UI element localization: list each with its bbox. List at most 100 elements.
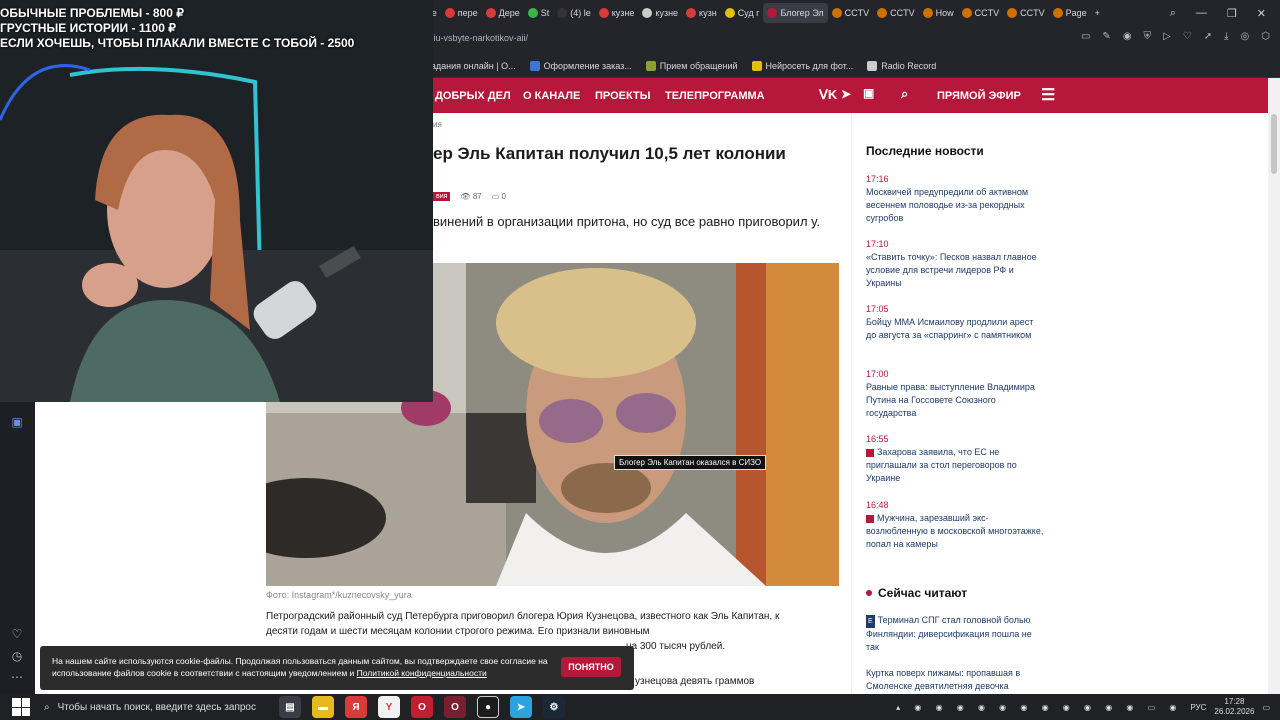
more-icon[interactable]: ⋯ [9, 669, 25, 685]
yandex-browser-icon[interactable]: Y [378, 696, 400, 718]
news-headline-text: Мужчина, зарезавший экс-возлюбленную в м… [866, 513, 1044, 549]
file-explorer-icon[interactable]: ▬ [312, 696, 334, 718]
tab-favicon-icon [1052, 8, 1063, 18]
nav-about[interactable]: О КАНАЛЕ [523, 90, 580, 102]
browser-tab[interactable]: пере [441, 3, 482, 23]
notifications-icon[interactable]: ▭ [1262, 703, 1270, 712]
messenger-icon[interactable]: ▣ [9, 414, 25, 430]
maximize-icon[interactable]: ❐ [1227, 7, 1237, 20]
history-icon[interactable]: ◷ [9, 648, 25, 664]
news-headline[interactable]: Равные права: выступление Владимира Пути… [866, 381, 1046, 420]
tab-label: Page [1065, 8, 1087, 18]
news-item[interactable]: 16:48 Мужчина, зарезавший экс-возлюбленну… [866, 500, 1046, 551]
opera-icon[interactable]: O [411, 696, 433, 718]
browser-tab[interactable]: (4) le [553, 3, 595, 23]
edit-icon[interactable]: ✎ [1102, 31, 1110, 42]
news-sidebar: Последние новости 17:16 Москвичей предупр… [851, 114, 1245, 694]
nav-good-deeds[interactable]: ДОБРЫХ ДЕЛ [435, 90, 511, 102]
search-icon[interactable]: ⌕ [901, 86, 908, 102]
news-headline-text: Бойцу ММА Исмаилову продлили арест до ав… [866, 317, 1034, 340]
news-item[interactable]: 17:16 Москвичей предупредили об активном … [866, 174, 1046, 225]
tab-label: How [935, 8, 954, 18]
extensions-icon[interactable]: ⬡ [1261, 31, 1270, 42]
page-scrollbar[interactable] [1268, 78, 1280, 694]
news-item[interactable]: 17:00 Равные права: выступление Владимира… [866, 369, 1046, 420]
scroll-thumb[interactable] [1271, 114, 1277, 174]
news-item[interactable]: 17:05 Бойцу ММА Исмаилову продлили арест … [866, 304, 1046, 342]
minimize-icon[interactable]: — [1196, 7, 1207, 19]
flow-icon[interactable]: ➚ [1204, 31, 1212, 42]
telegram-icon[interactable]: ➤ [510, 696, 532, 718]
nav-tv-program[interactable]: ТЕЛЕПРОГРАММА [665, 90, 765, 102]
cookie-banner: На нашем сайте используются cookie-файлы… [40, 646, 634, 690]
shield-icon[interactable]: ⛨ [1144, 31, 1152, 42]
play-icon[interactable]: ▷ [1163, 31, 1171, 42]
browser-tab[interactable]: кузн [682, 3, 721, 23]
browser-tab[interactable]: CCTV [828, 3, 874, 23]
obs-icon[interactable]: ● [477, 696, 499, 718]
new-tab-icon[interactable]: + [1091, 3, 1104, 23]
nav-projects[interactable]: ПРОЕКТЫ [595, 90, 650, 102]
yandex-icon[interactable]: Я [345, 696, 367, 718]
reading-item[interactable]: E Терминал СПГ стал головной болью Финлян… [866, 614, 1046, 654]
news-headline-text: Равные права: выступление Владимира Пути… [866, 382, 1035, 418]
bookmark-label: Прием обращений [659, 60, 738, 71]
browser-tab[interactable]: кузне [638, 3, 682, 23]
heart-icon[interactable]: ♡ [1183, 31, 1192, 42]
tray-icons[interactable]: ▴ ◉ ◉ ◉ ◉ ◉ ◉ ◉ ◉ ◉ ◉ ◉ ▭ ◉ [896, 703, 1182, 712]
heart-icon[interactable]: ♡ [9, 626, 25, 642]
browser-tab[interactable]: Суд г [721, 3, 764, 23]
task-view-icon[interactable]: ▤ [279, 696, 301, 718]
news-headline[interactable]: Захарова заявила, что ЕС не приглашали з… [866, 446, 1046, 485]
reading-item[interactable]: Куртка поверх пижамы: пропавшая в Смолен… [866, 667, 1046, 693]
browser-tab[interactable]: How [919, 3, 958, 23]
live-button[interactable]: ПРЯМОЙ ЭФИР [937, 90, 1021, 102]
menu-icon[interactable]: ☰ [1041, 85, 1055, 105]
steam-icon[interactable]: ⚙ [543, 696, 565, 718]
camera-icon[interactable]: ◉ [1123, 31, 1132, 42]
news-item[interactable]: 16:55 Захарова заявила, что ЕС не приглаш… [866, 434, 1046, 485]
browser-tab[interactable]: St [524, 3, 554, 23]
telegram-icon[interactable]: ➤ [841, 87, 851, 101]
browser-tab[interactable]: CCTV [958, 3, 1004, 23]
download-icon[interactable]: ⤓ [1224, 31, 1228, 42]
browser-tab[interactable]: CCTV [1003, 3, 1049, 23]
bookmark-item[interactable]: Прием обращений [645, 60, 738, 71]
browser-tab[interactable]: кузне [595, 3, 639, 23]
profile-icon[interactable]: ◎ [1241, 31, 1250, 42]
news-time: 16:48 [866, 500, 889, 510]
reading-dot [866, 590, 872, 596]
privacy-policy-link[interactable]: Политикой конфиденциальности [357, 668, 487, 678]
taskbar-search[interactable]: ⌕ Чтобы начать поиск, введите здесь запр… [44, 696, 268, 718]
browser-tab[interactable]: Дере [482, 3, 524, 23]
reader-icon[interactable]: ▭ [1081, 31, 1090, 42]
rutube-icon[interactable]: ▣ [863, 86, 874, 100]
browser-tab[interactable]: CCTV [873, 3, 919, 23]
news-headline-text: Захарова заявила, что ЕС не приглашали з… [866, 447, 1017, 483]
address-bar-actions: ▭ ✎ ◉ ⛨ ▷ ♡ ➚ ⤓ ◎ ⬡ [1081, 31, 1270, 42]
news-headline[interactable]: Москвичей предупредили об активном весен… [866, 186, 1046, 225]
bookmark-item[interactable]: Нейросеть для фот... [751, 60, 853, 71]
news-headline[interactable]: Мужчина, зарезавший экс-возлюбленную в м… [866, 512, 1046, 551]
language-indicator[interactable]: РУС [1190, 703, 1206, 712]
search-icon: ⌕ [44, 701, 50, 713]
clock[interactable]: 17:28 26.02.2026 [1214, 697, 1254, 717]
comments-count[interactable]: ▭ 0 [492, 192, 506, 201]
bookmark-item[interactable]: Radio Record [867, 60, 937, 71]
search-tabs-icon[interactable]: ⌕ [1170, 7, 1176, 20]
browser-tab[interactable]: Блогер Эл [763, 3, 828, 23]
news-headline[interactable]: «Ставить точку»: Песков назвал главное у… [866, 251, 1046, 290]
news-item[interactable]: 17:10 «Ставить точку»: Песков назвал глав… [866, 239, 1046, 290]
overlay-line-2: ГРУСТНЫЕ ИСТОРИИ - 1100 ₽ [0, 21, 176, 35]
windows-start-icon[interactable] [12, 698, 30, 716]
bookmark-item[interactable]: Оформление заказ... [529, 60, 632, 71]
vk-icon[interactable]: ᐯK [819, 87, 837, 103]
browser-tab[interactable]: Page [1049, 3, 1091, 23]
bookmark-label: Radio Record [881, 60, 937, 71]
news-headline[interactable]: Бойцу ММА Исмаилову продлили арест до ав… [866, 316, 1046, 342]
category-tag[interactable]: вия [433, 192, 451, 201]
cookie-accept-button[interactable]: ПОНЯТНО [561, 657, 621, 677]
breadcrumb[interactable]: ия [433, 120, 442, 129]
close-icon[interactable]: ✕ [1257, 7, 1266, 20]
opera-gx-icon[interactable]: O [444, 696, 466, 718]
